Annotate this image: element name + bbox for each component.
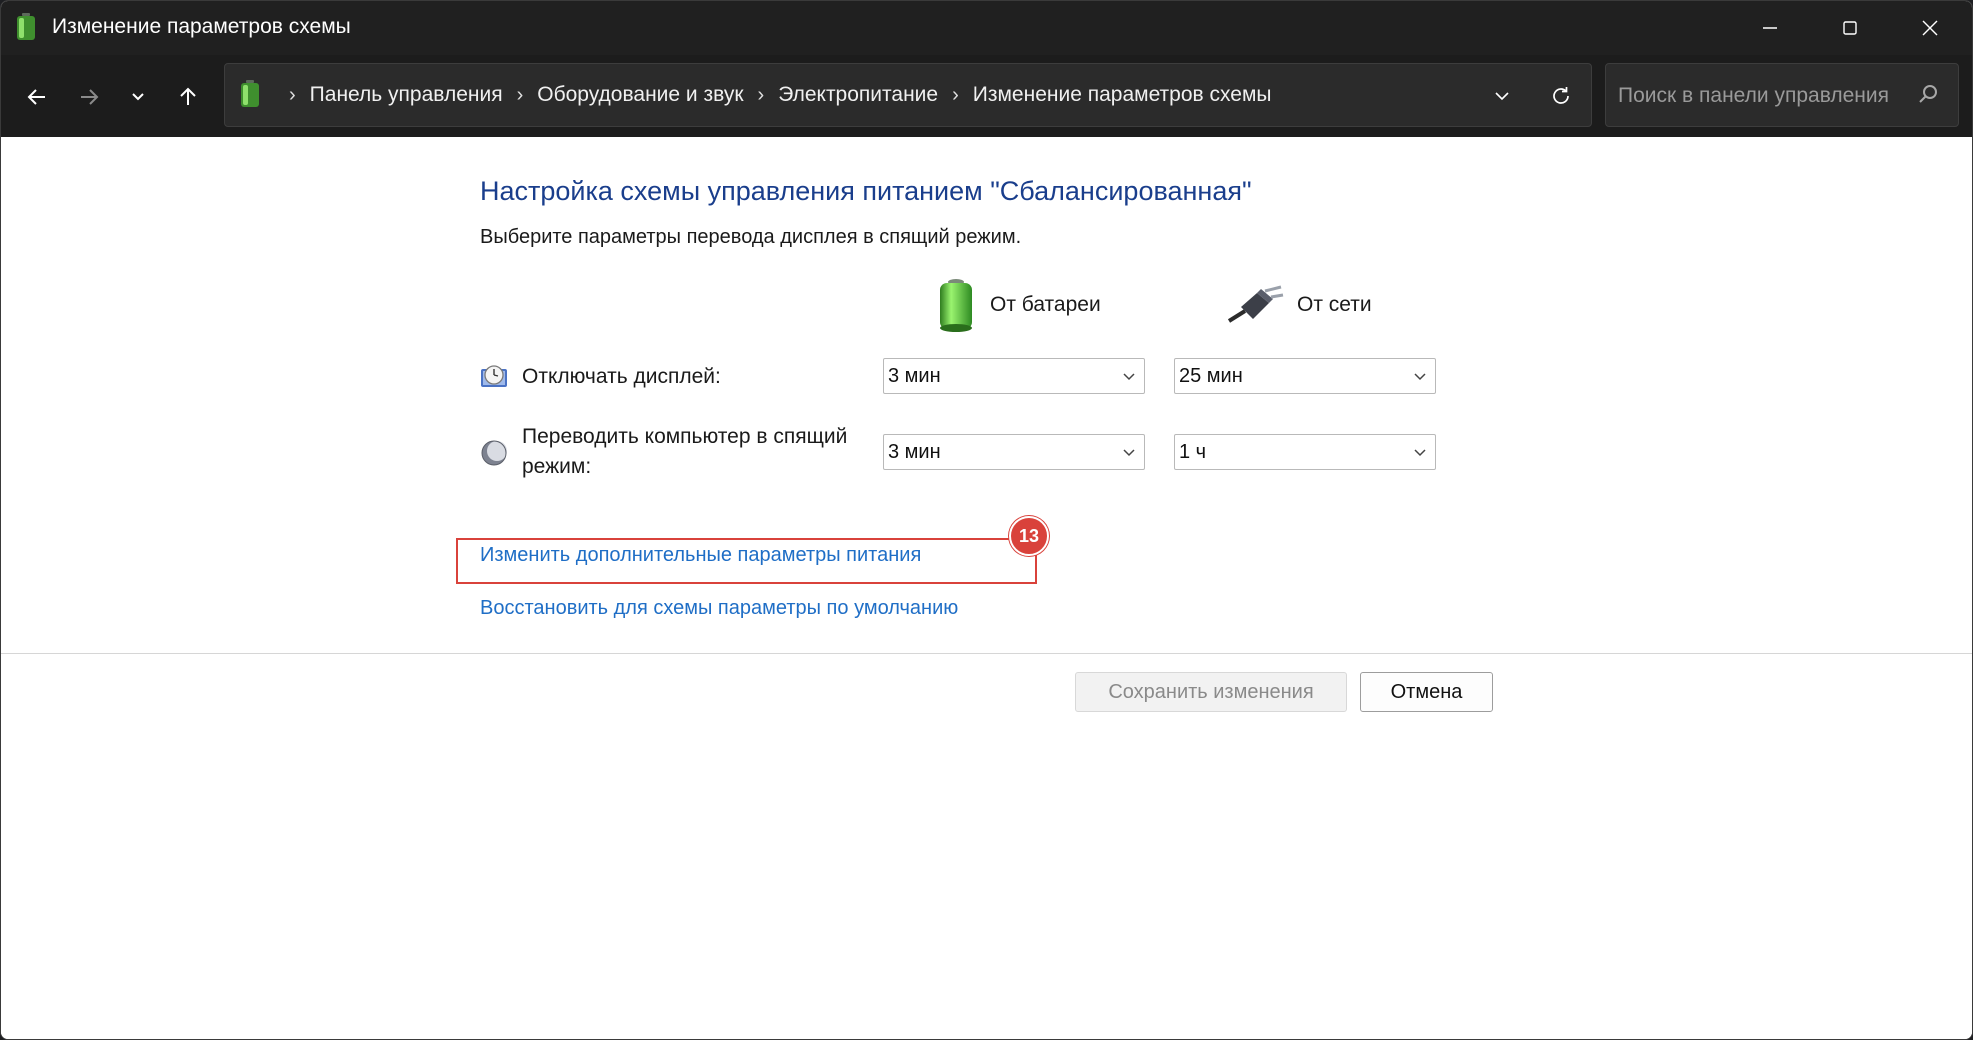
column-header-battery: От батареи [934,277,1101,333]
battery-column-label: От батареи [990,293,1101,316]
close-icon [1922,20,1938,36]
search-input[interactable] [1616,76,1910,116]
title-bar: Изменение параметров схемы [1,1,1972,55]
sleep-label-line1: Переводить компьютер в спящий [522,425,848,448]
breadcrumb: › Панель управления › Оборудование и зву… [275,64,1272,126]
maximize-icon [1843,21,1857,35]
turn-off-display-label: Отключать дисплей: [522,365,721,388]
page-subtitle: Выберите параметры перевода дисплея в сп… [480,226,1022,248]
navigation-bar: › Панель управления › Оборудование и зву… [1,55,1972,137]
save-changes-button[interactable]: Сохранить изменения [1075,672,1347,712]
display-battery-select[interactable]: 3 мин [883,358,1145,394]
window-title: Изменение параметров схемы [52,15,351,38]
power-column-label: От сети [1297,293,1372,316]
breadcrumb-separator[interactable]: › [517,84,524,107]
breadcrumb-separator[interactable]: › [952,84,959,107]
search-icon[interactable] [1916,82,1940,106]
moon-icon [481,440,507,466]
recent-locations-button[interactable] [118,77,158,117]
control-panel-window: Изменение параметров схемы › Панель упра… [0,0,1973,1040]
back-button[interactable] [17,77,57,117]
arrow-up-icon [180,87,196,105]
display-power-select[interactable]: 25 мин [1174,358,1436,394]
page-title: Настройка схемы управления питанием "Сба… [480,176,1252,206]
address-bar[interactable]: › Панель управления › Оборудование и зву… [224,63,1592,127]
divider [1,653,1972,654]
arrow-left-icon [27,89,45,105]
battery-icon [241,80,259,107]
sleep-battery-value: 3 мин [888,441,941,463]
breadcrumb-separator: › [289,83,296,106]
sleep-battery-select[interactable]: 3 мин [883,434,1145,470]
breadcrumb-item[interactable]: Изменение параметров схемы [973,83,1272,107]
chevron-down-icon [1414,449,1426,457]
maximize-button[interactable] [1810,1,1890,55]
minimize-button[interactable] [1730,1,1810,55]
battery-icon [17,13,35,40]
breadcrumb-item[interactable]: Оборудование и звук [537,83,743,107]
address-history-button[interactable] [1487,82,1517,110]
breadcrumb-item[interactable]: Электропитание [778,83,938,107]
search-box[interactable] [1605,63,1959,127]
sleep-label-line2: режим: [522,455,592,478]
forward-button[interactable] [69,77,109,117]
close-button[interactable] [1890,1,1970,55]
column-header-power: От сети [1227,277,1372,333]
sleep-label: Переводить компьютер в спящий режим: [522,422,847,482]
cancel-button[interactable]: Отмена [1360,672,1493,712]
plug-icon [1227,285,1284,323]
refresh-button[interactable] [1545,80,1577,112]
advanced-power-settings-link[interactable]: Изменить дополнительные параметры питани… [480,544,921,567]
restore-defaults-link[interactable]: Восстановить для схемы параметры по умол… [480,597,958,620]
step-badge: 13 [1009,516,1049,556]
battery-icon [940,279,972,332]
up-button[interactable] [168,77,208,117]
breadcrumb-separator[interactable]: › [758,84,765,107]
chevron-down-icon [132,93,144,101]
chevron-down-icon [1123,449,1135,457]
minimize-icon [1763,27,1777,29]
display-power-value: 25 мин [1179,365,1243,387]
plan-settings-content: Настройка схемы управления питанием "Сба… [1,137,1972,1039]
sleep-power-value: 1 ч [1179,441,1207,463]
breadcrumb-item[interactable]: Панель управления [310,83,503,107]
display-clock-icon [481,365,507,387]
sleep-power-select[interactable]: 1 ч [1174,434,1436,470]
chevron-down-icon [1414,373,1426,381]
refresh-icon [1553,87,1569,104]
arrow-right-icon [81,89,99,105]
chevron-down-icon [1123,373,1135,381]
chevron-down-icon [1495,92,1509,101]
display-battery-value: 3 мин [888,365,941,387]
